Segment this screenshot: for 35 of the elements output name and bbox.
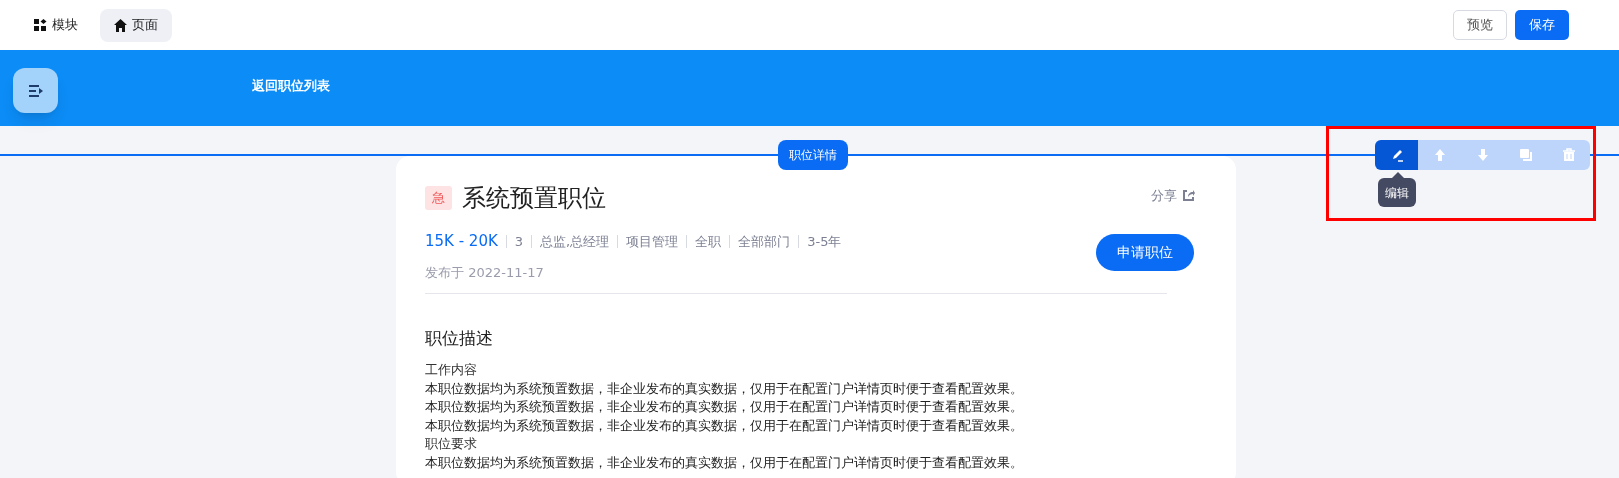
preview-button[interactable]: 预览 [1453, 10, 1507, 40]
menu-toggle-button[interactable] [13, 68, 58, 113]
section-label: 职位详情 [778, 140, 848, 170]
subheading: 工作内容 [425, 361, 478, 379]
posted-date: 发布于 2022-11-17 [425, 264, 544, 282]
edit-tool-button[interactable] [1375, 140, 1418, 170]
share-icon [1182, 189, 1195, 203]
job-attribute: 项目管理 [626, 232, 679, 251]
job-attribute: 全职 [695, 232, 722, 251]
home-icon [114, 18, 127, 32]
section-heading: 职位描述 [425, 327, 493, 350]
collapse-icon [27, 83, 44, 98]
save-button[interactable]: 保存 [1515, 10, 1569, 40]
back-link[interactable]: 返回职位列表 [252, 76, 330, 96]
tooltip: 编辑 [1378, 178, 1416, 207]
job-attribute: 3-5年 [807, 232, 842, 251]
urgent-tag: 急 [425, 186, 452, 210]
description-text: 本职位数据均为系统预置数据，非企业发布的真实数据，仅用于在配置门户详情页时便于查看配置效果。 [425, 398, 1023, 416]
share-link[interactable]: 分享 [1151, 186, 1195, 206]
arrow-up-icon [1432, 148, 1447, 162]
salary-range: 15K - 20K [425, 231, 498, 252]
nav-tab[interactable]: 页面 [100, 8, 172, 42]
description-text: 本职位数据均为系统预置数据，非企业发布的真实数据，仅用于在配置门户详情页时便于查看配置效果。 [425, 379, 1023, 398]
subheading: 职位要求 [425, 435, 478, 453]
trash-icon [1561, 148, 1576, 162]
job-attribute: 3 [514, 232, 524, 251]
apply-button[interactable]: 申请职位 [1096, 234, 1194, 271]
job-attribute: 全部部门 [738, 232, 791, 251]
grid-icon [34, 18, 47, 32]
copy-icon [1518, 148, 1533, 162]
description-text: 本职位数据均为系统预置数据，非企业发布的真实数据，仅用于在配置门户详情页时便于查看配置效果。 [425, 453, 1023, 472]
description-text: 本职位数据均为系统预置数据，非企业发布的真实数据，仅用于在配置门户详情页时便于查看配置效果。 [425, 416, 1023, 435]
arrow-down-icon [1475, 148, 1490, 162]
job-title: 系统预置职位 [462, 183, 606, 214]
job-attribute: 总监,总经理 [540, 232, 610, 251]
